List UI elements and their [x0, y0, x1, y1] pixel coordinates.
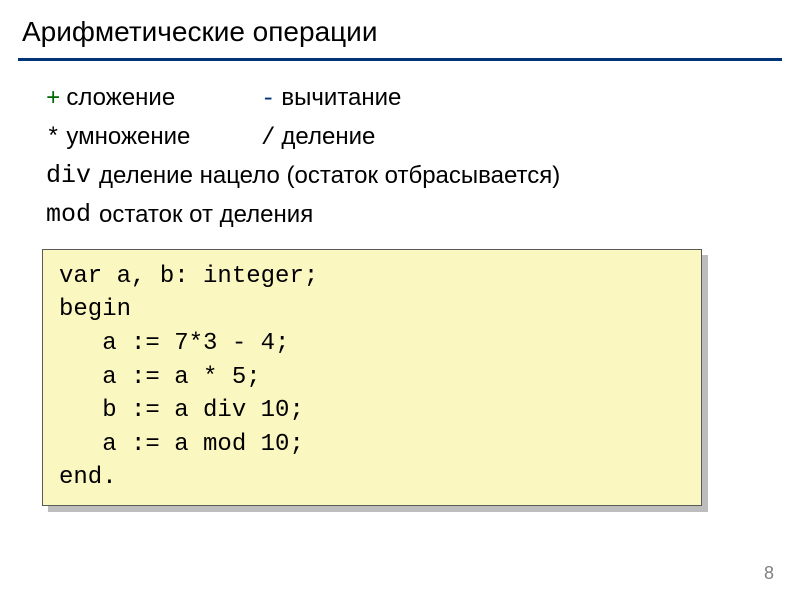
- op-minus: - вычитание: [261, 79, 401, 118]
- content-area: + сложение - вычитание * умножение / дел…: [0, 61, 800, 235]
- slide-title: Арифметические операции: [0, 0, 800, 58]
- op-row-2: * умножение / деление: [46, 118, 800, 157]
- div-keyword: div: [46, 157, 91, 196]
- mul-symbol: *: [46, 120, 60, 157]
- minus-symbol: -: [261, 81, 275, 118]
- op-div: / деление: [261, 118, 375, 157]
- mul-label: умножение: [66, 118, 190, 155]
- op-row-mod: mod остаток от деления: [46, 196, 800, 235]
- op-row-1: + сложение - вычитание: [46, 79, 800, 118]
- mod-keyword: mod: [46, 196, 91, 235]
- op-mul: * умножение: [46, 118, 261, 157]
- op-plus: + сложение: [46, 79, 261, 118]
- minus-label: вычитание: [281, 79, 401, 116]
- code-block: var a, b: integer; begin a := 7*3 - 4; a…: [42, 249, 702, 506]
- op-row-div: div деление нацело (остаток отбрасываетс…: [46, 157, 800, 196]
- plus-symbol: +: [46, 81, 60, 118]
- plus-label: сложение: [66, 79, 175, 116]
- mod-keyword-label: остаток от деления: [99, 196, 313, 235]
- div-keyword-label: деление нацело (остаток отбрасывается): [99, 157, 560, 196]
- page-number: 8: [764, 563, 774, 584]
- div-label: деление: [281, 118, 375, 155]
- div-symbol: /: [261, 120, 275, 157]
- code-content: var a, b: integer; begin a := 7*3 - 4; a…: [42, 249, 702, 506]
